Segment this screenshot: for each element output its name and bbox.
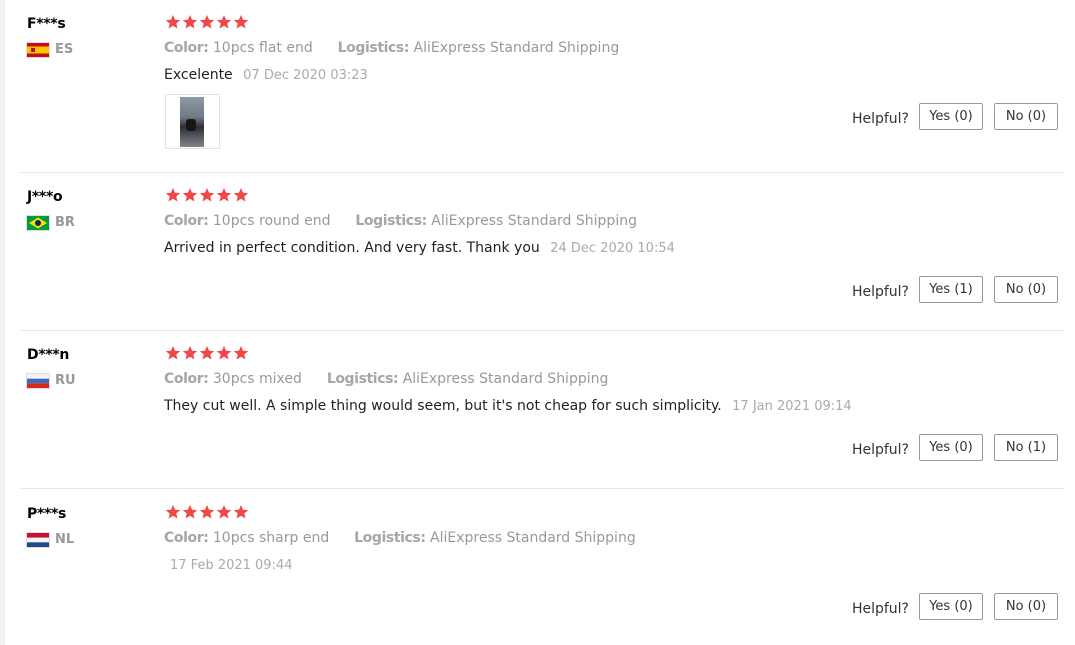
helpful-label: Helpful? — [851, 283, 909, 300]
helpful-vote: Helpful? Yes (0) No (0) — [852, 103, 1058, 130]
review-date: 17 Feb 2021 09:44 — [170, 558, 293, 573]
reviewer-name: P***s — [27, 506, 67, 522]
review-item: F***s ES Color: 10pcs flat end Logistics… — [20, 14, 1065, 173]
review-date: 17 Jan 2021 09:14 — [732, 399, 852, 414]
color-label: Color: — [164, 213, 209, 229]
logistics-label: Logistics: — [354, 530, 426, 546]
reviewer-country: ES — [27, 42, 73, 57]
rating-stars — [165, 187, 249, 203]
color-label: Color: — [164, 40, 209, 56]
russia-flag-icon — [27, 373, 49, 388]
review-item: P***s NL Color: 10pcs sharp end Logistic… — [20, 504, 1065, 645]
reviewer-name: J***o — [27, 189, 63, 205]
logistics-value: AliExpress Standard Shipping — [431, 213, 637, 229]
country-code: RU — [55, 373, 76, 388]
helpful-yes-button[interactable]: Yes (1) — [919, 276, 983, 303]
review-text: Arrived in perfect condition. And very f… — [164, 240, 540, 256]
color-value: 10pcs sharp end — [212, 530, 330, 546]
star-icon — [216, 188, 232, 202]
star-icon — [165, 505, 181, 519]
star-icon — [165, 188, 181, 202]
star-icon — [199, 505, 215, 519]
helpful-yes-button[interactable]: Yes (0) — [919, 434, 983, 461]
star-icon — [199, 15, 215, 29]
country-code: ES — [55, 42, 74, 57]
rating-stars — [165, 504, 249, 520]
star-icon — [233, 505, 249, 519]
review-item: J***o BR Color: 10pcs round end Logistic… — [20, 187, 1065, 331]
helpful-yes-button[interactable]: Yes (0) — [919, 103, 983, 130]
review-meta: Color: 10pcs sharp end Logistics: AliExp… — [164, 530, 636, 546]
review-text: Excelente — [164, 67, 233, 83]
country-code: NL — [55, 532, 75, 547]
review-body: 17 Feb 2021 09:44 — [164, 557, 293, 573]
helpful-vote: Helpful? Yes (0) No (0) — [852, 593, 1058, 620]
star-icon — [199, 346, 215, 360]
review-body: Excelente 07 Dec 2020 03:23 — [164, 67, 368, 83]
logistics-value: AliExpress Standard Shipping — [413, 40, 620, 56]
review-meta: Color: 10pcs round end Logistics: AliExp… — [164, 213, 637, 229]
brazil-flag-icon — [27, 215, 49, 230]
star-icon — [182, 346, 198, 360]
color-label: Color: — [164, 371, 209, 387]
helpful-vote: Helpful? Yes (0) No (1) — [852, 434, 1058, 461]
star-icon — [182, 188, 198, 202]
star-icon — [233, 15, 249, 29]
logistics-value: AliExpress Standard Shipping — [402, 371, 609, 387]
left-rule — [0, 0, 5, 645]
star-icon — [216, 15, 232, 29]
helpful-no-button[interactable]: No (0) — [994, 276, 1058, 303]
color-label: Color: — [164, 530, 209, 546]
rating-stars — [165, 345, 249, 361]
helpful-no-button[interactable]: No (1) — [994, 434, 1058, 461]
helpful-vote: Helpful? Yes (1) No (0) — [852, 276, 1058, 303]
helpful-label: Helpful? — [851, 600, 909, 617]
star-icon — [233, 188, 249, 202]
reviewer-name: D***n — [27, 347, 70, 363]
helpful-label: Helpful? — [851, 441, 909, 458]
review-text: They cut well. A simple thing would seem… — [164, 398, 722, 414]
star-icon — [216, 346, 232, 360]
logistics-label: Logistics: — [355, 213, 427, 229]
star-icon — [182, 505, 198, 519]
color-value: 30pcs mixed — [212, 371, 302, 387]
reviews-page: F***s ES Color: 10pcs flat end Logistics… — [0, 0, 1075, 645]
rating-stars — [165, 14, 249, 30]
star-icon — [199, 188, 215, 202]
review-date: 24 Dec 2020 10:54 — [550, 241, 675, 256]
review-photo — [180, 97, 204, 147]
color-value: 10pcs round end — [212, 213, 331, 229]
review-meta: Color: 10pcs flat end Logistics: AliExpr… — [164, 40, 619, 56]
star-icon — [165, 346, 181, 360]
star-icon — [216, 505, 232, 519]
review-body: Arrived in perfect condition. And very f… — [164, 240, 675, 256]
review-date: 07 Dec 2020 03:23 — [243, 68, 368, 83]
color-value: 10pcs flat end — [212, 40, 313, 56]
star-icon — [182, 15, 198, 29]
review-item: D***n RU Color: 30pcs mixed Logistics: A… — [20, 345, 1065, 489]
logistics-label: Logistics: — [326, 371, 399, 387]
logistics-label: Logistics: — [337, 40, 410, 56]
helpful-yes-button[interactable]: Yes (0) — [919, 593, 983, 620]
reviewer-name: F***s — [27, 16, 66, 32]
reviewer-country: BR — [27, 215, 75, 230]
reviewer-country: NL — [27, 532, 74, 547]
country-code: BR — [55, 215, 75, 230]
review-meta: Color: 30pcs mixed Logistics: AliExpress… — [164, 371, 608, 387]
helpful-no-button[interactable]: No (0) — [994, 593, 1058, 620]
review-photo-thumbnail[interactable] — [165, 94, 220, 149]
review-body: They cut well. A simple thing would seem… — [164, 398, 852, 414]
star-icon — [165, 15, 181, 29]
helpful-label: Helpful? — [851, 110, 909, 127]
star-icon — [233, 346, 249, 360]
netherlands-flag-icon — [27, 532, 49, 547]
logistics-value: AliExpress Standard Shipping — [430, 530, 636, 546]
reviewer-country: RU — [27, 373, 76, 388]
spain-flag-icon — [27, 42, 49, 57]
helpful-no-button[interactable]: No (0) — [994, 103, 1058, 130]
